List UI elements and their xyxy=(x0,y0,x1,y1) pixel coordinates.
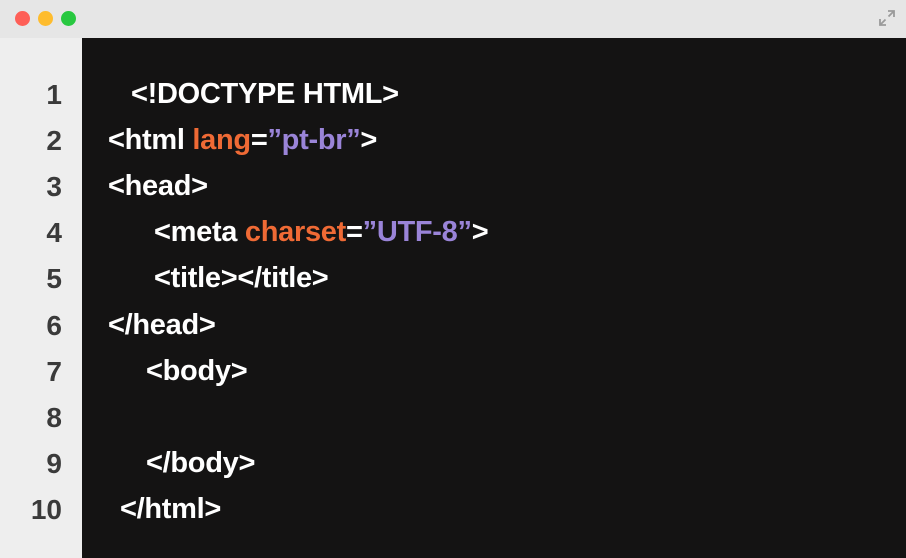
equals-sign: = xyxy=(345,216,363,248)
line-number: 1 xyxy=(46,79,62,110)
code-line-7: <body> xyxy=(146,355,248,387)
line-number: 2 xyxy=(46,125,62,156)
line-number-gutter: 1 2 3 4 5 6 7 8 9 10 xyxy=(0,38,82,558)
code-line-4: <meta charset=”UTF-8”> xyxy=(154,216,489,248)
minimize-button[interactable] xyxy=(38,11,53,26)
code-line-10: </html> xyxy=(120,493,222,525)
title-bar xyxy=(0,0,906,39)
code-line-2: <html lang=”pt-br”> xyxy=(108,124,377,156)
equals-sign: = xyxy=(250,124,268,156)
line-number: 6 xyxy=(46,310,62,341)
code-line-1: <!DOCTYPE HTML> xyxy=(131,78,399,110)
attribute-name: lang xyxy=(192,124,251,156)
close-button[interactable] xyxy=(15,11,30,26)
code-line-5: <title></title> xyxy=(154,262,329,294)
attribute-value: ”pt-br” xyxy=(267,124,361,156)
line-number: 9 xyxy=(46,448,62,479)
code-area[interactable]: <!DOCTYPE HTML> <html lang=”pt-br”> <hea… xyxy=(82,38,906,558)
tag-open: <meta xyxy=(154,216,245,248)
line-number: 4 xyxy=(46,217,62,248)
expand-arrows-icon[interactable] xyxy=(878,9,896,27)
line-number: 8 xyxy=(46,402,62,433)
line-number: 10 xyxy=(30,494,62,525)
attribute-value: ”UTF-8” xyxy=(362,216,472,248)
tag-close: > xyxy=(360,124,378,156)
line-number: 3 xyxy=(46,171,62,202)
tag-close: > xyxy=(471,216,489,248)
line-number: 5 xyxy=(46,263,62,294)
code-editor-window: 1 2 3 4 5 6 7 8 9 10 <!DOCTYPE HTML> <ht… xyxy=(0,0,906,558)
maximize-button[interactable] xyxy=(61,11,76,26)
code-line-6: </head> xyxy=(108,309,216,341)
line-number: 7 xyxy=(46,356,62,387)
tag-open: <html xyxy=(108,124,193,156)
attribute-name: charset xyxy=(244,216,346,248)
code-line-3: <head> xyxy=(108,170,208,202)
code-line-9: </body> xyxy=(146,447,256,479)
